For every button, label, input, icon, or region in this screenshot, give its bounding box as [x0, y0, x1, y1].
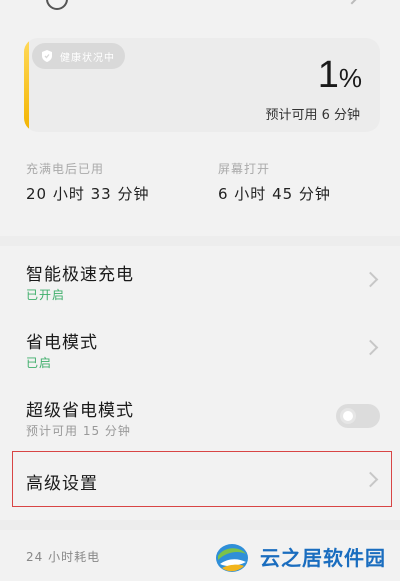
radio-icon[interactable] — [46, 0, 68, 10]
power-saving-mode-item[interactable]: 省电模式 已启 — [0, 314, 400, 382]
chevron-right-icon — [362, 339, 379, 356]
stat-value: 6 小时 45 分钟 — [218, 185, 331, 203]
battery-percent: 1% — [318, 56, 362, 94]
stat-label: 屏幕打开 — [218, 162, 271, 176]
battery-card: 健康状况中 1% 预计可用 6 分钟 — [24, 38, 380, 132]
chevron-right-icon — [362, 471, 379, 488]
top-partial-row — [0, 0, 400, 30]
health-badge-label: 健康状况中 — [60, 52, 115, 64]
super-power-saving-toggle[interactable] — [336, 404, 380, 428]
stat-screen-on: 屏幕打开 6 小时 45 分钟 — [218, 160, 331, 204]
smart-fast-charge-item[interactable]: 智能极速充电 已开启 — [0, 246, 400, 314]
stat-value: 20 小时 33 分钟 — [26, 185, 150, 203]
watermark: 云之居软件园 — [212, 534, 398, 578]
watermark-text: 云之居软件园 — [260, 545, 386, 570]
section-divider — [0, 520, 400, 530]
toggle-knob — [340, 408, 356, 424]
item-title: 智能极速充电 — [26, 265, 134, 285]
battery-level-bar — [24, 38, 29, 132]
section-divider — [0, 236, 400, 246]
shield-icon — [42, 50, 52, 62]
battery-percent-unit: % — [338, 63, 362, 93]
item-status: 预计可用 15 分钟 — [26, 424, 131, 438]
section-header-24h-usage: 24 小时耗电 — [26, 550, 101, 564]
super-power-saving-item: 超级省电模式 预计可用 15 分钟 — [0, 382, 400, 450]
item-status: 已启 — [26, 356, 53, 370]
stat-since-full-charge: 充满电后已用 20 小时 33 分钟 — [26, 160, 149, 204]
stat-label: 充满电后已用 — [26, 162, 105, 176]
watermark-logo-icon — [216, 544, 248, 572]
advanced-settings-item[interactable]: 高级设置 — [0, 452, 400, 506]
item-status: 已开启 — [26, 288, 66, 302]
item-title: 超级省电模式 — [26, 401, 134, 421]
health-badge: 健康状况中 — [32, 43, 125, 69]
battery-remaining: 预计可用 6 分钟 — [265, 108, 360, 123]
chevron-right-icon — [343, 0, 361, 5]
item-title: 高级设置 — [26, 474, 98, 494]
item-title: 省电模式 — [26, 333, 98, 353]
chevron-right-icon — [362, 271, 379, 288]
battery-percent-value: 1 — [317, 54, 339, 96]
usage-stats: 充满电后已用 20 小时 33 分钟 屏幕打开 6 小时 45 分钟 — [0, 160, 400, 220]
